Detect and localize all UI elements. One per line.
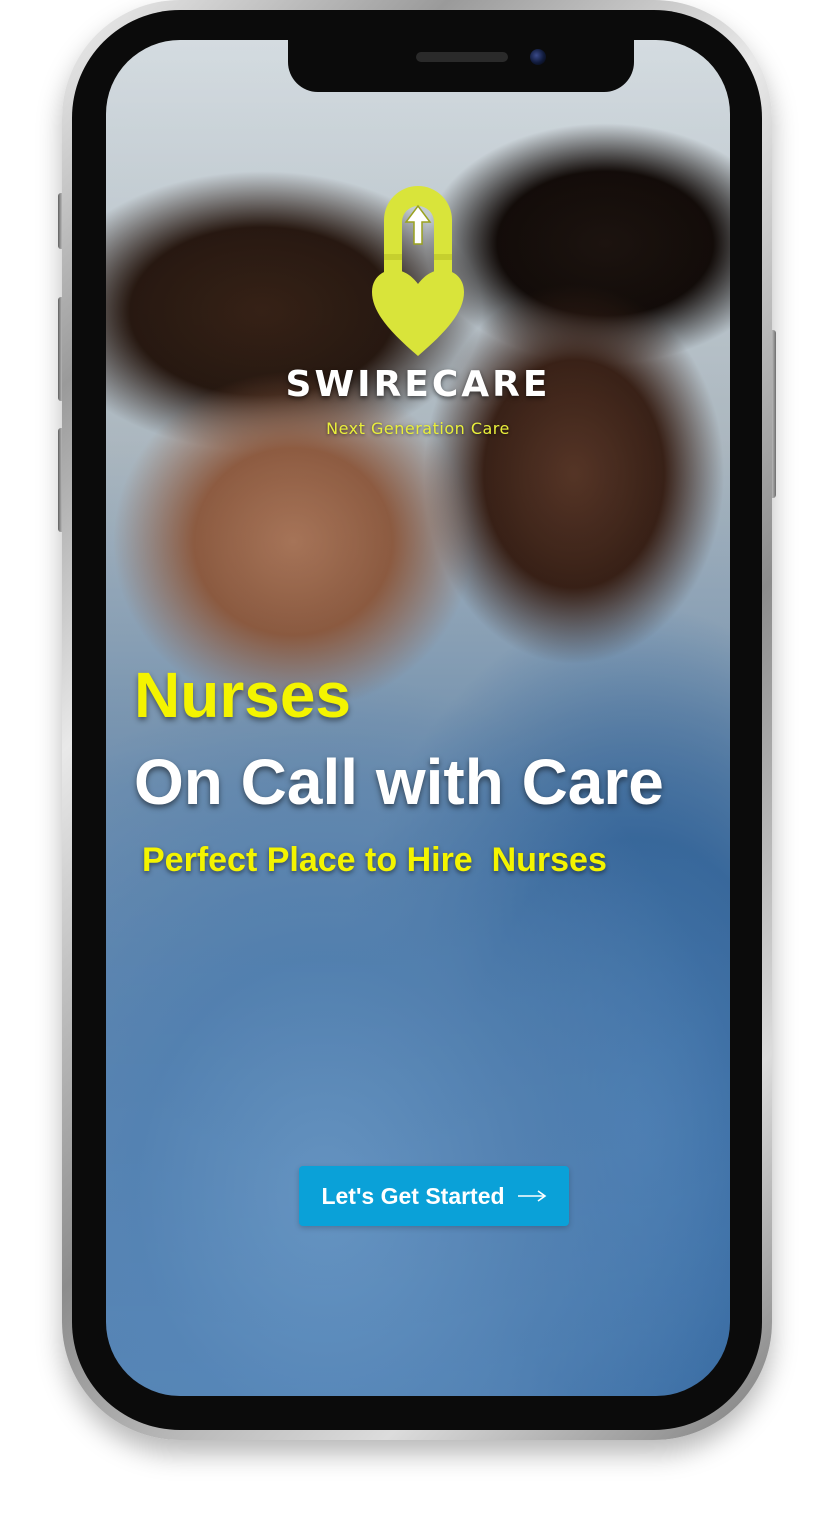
hero-title: Nurses xyxy=(134,659,351,731)
speaker-grille xyxy=(416,52,508,62)
device-mockup: SWIRECARE Next Generation Care Nurses On… xyxy=(0,0,822,1517)
brand-logo: SWIRECARE Next Generation Care xyxy=(106,180,730,438)
hero-subtitle: On Call with Care xyxy=(134,746,664,818)
get-started-label: Let's Get Started xyxy=(321,1182,505,1209)
get-started-button[interactable]: Let's Get Started xyxy=(299,1166,569,1226)
app-screen: SWIRECARE Next Generation Care Nurses On… xyxy=(106,40,730,1396)
front-camera xyxy=(530,49,546,65)
brand-name: SWIRECARE xyxy=(285,364,551,405)
notch xyxy=(288,40,634,92)
footprint-heart-arrow-icon xyxy=(372,186,464,356)
hero-tagline: Perfect Place to Hire Nurses xyxy=(142,841,607,879)
arrow-right-icon xyxy=(517,1190,546,1202)
phone-frame: SWIRECARE Next Generation Care Nurses On… xyxy=(62,0,772,1440)
brand-tagline: Next Generation Care xyxy=(326,419,510,438)
